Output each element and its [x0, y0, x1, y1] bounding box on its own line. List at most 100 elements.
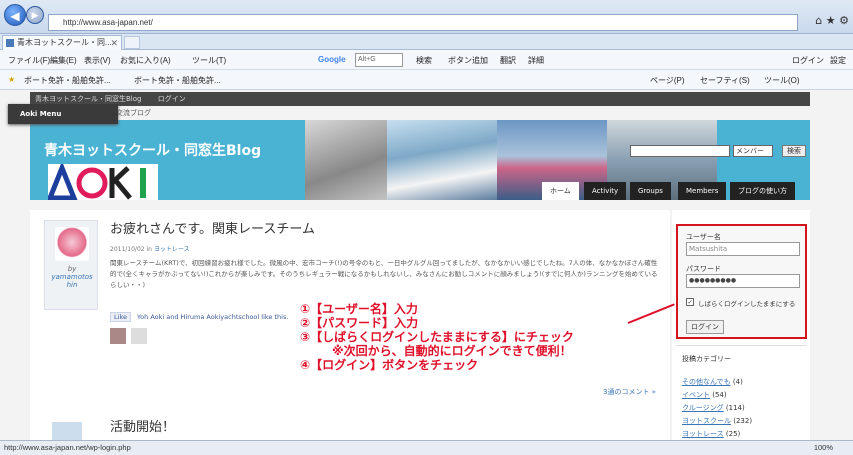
- menu-tools[interactable]: ツール(T): [192, 55, 226, 66]
- aoki-logo-icon: [46, 161, 146, 200]
- author-avatar-2: [52, 422, 82, 440]
- like-text: Yoh Aoki and Hiruma Aokiyachtschool like…: [137, 313, 289, 321]
- google-logo: Google: [318, 55, 346, 64]
- tab-bar: 青木ヨットスクール・同... ✕: [0, 34, 853, 50]
- category-title: 投稿カテゴリー: [682, 355, 731, 363]
- home-star-gear-icons[interactable]: ⌂ ★ ⚙: [815, 14, 849, 27]
- nav-activity[interactable]: Activity: [584, 182, 627, 200]
- instruction-step-3: ③【しばらくログインしたままにする】にチェック: [300, 330, 574, 344]
- post-excerpt: 関東レースチーム(KRT)で、初回練習お疲れ様でした。微風の中、宏市コーチ(!)…: [110, 259, 658, 289]
- header-photo-2: [387, 120, 497, 200]
- tab-close-icon[interactable]: ✕: [110, 36, 118, 50]
- next-post-title[interactable]: 活動開始！: [110, 416, 175, 435]
- category-link[interactable]: その他なんでも: [682, 378, 731, 386]
- toolbar-translate[interactable]: 翻訳: [500, 55, 516, 66]
- category-item: ヨットスクール (232): [682, 415, 752, 428]
- comments-link[interactable]: 3通のコメント »: [603, 387, 656, 397]
- google-search-input[interactable]: Alt+G: [355, 53, 403, 67]
- search-scope-select[interactable]: メンバー: [733, 145, 773, 157]
- menu-view[interactable]: 表示(V): [84, 55, 111, 66]
- post-category-link[interactable]: ヨットレース: [154, 246, 190, 253]
- category-item: イベント (54): [682, 389, 752, 402]
- remember-label: しばらくログインしたままにする: [698, 300, 796, 308]
- username-input[interactable]: Matsushita: [686, 242, 800, 256]
- instruction-annotations: ①【ユーザー名】入力 ②【パスワード】入力 ③【しばらくログインしたままにする】…: [300, 302, 574, 372]
- liker-avatar[interactable]: [110, 328, 126, 344]
- instruction-step-2: ②【パスワード】入力: [300, 316, 419, 330]
- category-link[interactable]: ヨットスクール: [682, 417, 731, 425]
- author-byline: by yamamotos hin: [45, 265, 99, 289]
- nav-members[interactable]: Members: [678, 182, 727, 200]
- login-button[interactable]: ログイン: [686, 320, 724, 334]
- command-safety[interactable]: セーフティ(S): [700, 75, 750, 86]
- author-box: by yamamotos hin: [44, 220, 98, 310]
- author-avatar[interactable]: [55, 227, 89, 261]
- category-count: (114): [725, 404, 745, 412]
- header-photo-1: [305, 120, 387, 200]
- category-item: その他なんでも (4): [682, 376, 752, 389]
- wp-admin-bar: 青木ヨットスクール・同窓生Blog ログイン: [30, 92, 810, 106]
- toolbar-add-button[interactable]: ボタン追加: [448, 55, 488, 66]
- nav-howto[interactable]: ブログの使い方: [730, 182, 795, 200]
- url-input[interactable]: http://www.asa-japan.net/: [48, 14, 798, 31]
- liker-avatar[interactable]: [130, 328, 147, 344]
- toolbar-login[interactable]: ログイン: [792, 55, 824, 66]
- facebook-like-button[interactable]: Like: [110, 312, 131, 322]
- post-meta: 2011/10/02 in ヨットレース: [110, 244, 190, 253]
- admin-site-link[interactable]: 青木ヨットスクール・同窓生Blog: [35, 95, 141, 103]
- site-search-button[interactable]: 検索: [782, 145, 806, 157]
- category-widget: 投稿カテゴリー その他なんでも (4) イベント (54) クルージング (11…: [676, 345, 807, 440]
- back-arrow-icon[interactable]: ◀: [4, 4, 26, 26]
- aoki-menu-tab[interactable]: Aoki Menu: [8, 104, 118, 124]
- site-search-input[interactable]: [630, 145, 730, 157]
- category-count: (232): [733, 417, 753, 425]
- zoom-level[interactable]: 100%: [814, 441, 833, 455]
- category-link[interactable]: イベント: [682, 391, 710, 399]
- menu-file[interactable]: ファイル(F): [8, 55, 50, 66]
- tab-current[interactable]: 青木ヨットスクール・同... ✕: [2, 35, 122, 50]
- tab-title: 青木ヨットスクール・同...: [17, 38, 112, 47]
- category-item: クルージング (114): [682, 402, 752, 415]
- menu-favorites[interactable]: お気に入り(A): [120, 55, 171, 66]
- menu-bar: ファイル(F) 編集(E) 表示(V) お気に入り(A) ツール(T) Goog…: [0, 50, 853, 70]
- forward-arrow-icon[interactable]: ▶: [26, 6, 44, 24]
- username-label: ユーザー名: [686, 233, 721, 241]
- category-count: (54): [712, 391, 727, 399]
- liker-avatars: [110, 328, 149, 346]
- toolbar-settings[interactable]: 設定: [830, 55, 846, 66]
- password-input[interactable]: ●●●●●●●●●: [686, 274, 800, 288]
- admin-login-link[interactable]: ログイン: [158, 95, 186, 103]
- favorites-star-icon[interactable]: ★: [8, 75, 15, 84]
- nav-groups[interactable]: Groups: [630, 182, 671, 200]
- instruction-step-4: ④【ログイン】ボタンをチェック: [300, 358, 479, 372]
- favorites-bar: ★ ボート免許・船舶免許... ボート免許・船舶免許... ページ(P) セーフ…: [0, 70, 853, 90]
- password-label: パスワード: [686, 265, 721, 273]
- category-link[interactable]: クルージング: [682, 404, 724, 412]
- by-label: by: [67, 265, 77, 273]
- aoki-logo: [46, 161, 158, 200]
- status-url: http://www.asa-japan.net/wp-login.php: [4, 443, 131, 452]
- instruction-note: ※次回から、自動的にログインできて便利！: [332, 344, 572, 358]
- command-tools[interactable]: ツール(O): [764, 75, 800, 86]
- site-header: 青木ヨットスクール・同窓生Blog メンバー 検索 ホーム Activity G…: [30, 120, 810, 200]
- remember-checkbox[interactable]: ✓: [686, 298, 694, 306]
- author-name-link[interactable]: yamamotos hin: [45, 273, 99, 289]
- category-count: (25): [725, 430, 741, 438]
- category-count: (4): [732, 378, 743, 386]
- menu-edit[interactable]: 編集(E): [50, 55, 77, 66]
- facebook-like-row: Like Yoh Aoki and Hiruma Aokiyachtschool…: [110, 312, 288, 322]
- command-page[interactable]: ページ(P): [650, 75, 685, 86]
- nav-home[interactable]: ホーム: [542, 182, 579, 200]
- browser-address-bar: ◀ ▶ http://www.asa-japan.net/ ⌂ ★ ⚙: [0, 0, 853, 34]
- toolbar-search[interactable]: 検索: [416, 55, 432, 66]
- post-in: in: [146, 246, 152, 253]
- toolbar-detail[interactable]: 詳細: [528, 55, 544, 66]
- category-list: その他なんでも (4) イベント (54) クルージング (114) ヨットスク…: [682, 376, 752, 441]
- post-title[interactable]: お疲れさんです。関東レースチーム: [110, 218, 315, 237]
- category-link[interactable]: ヨットレース: [682, 430, 724, 438]
- new-tab-button[interactable]: [124, 36, 140, 49]
- site-favicon-icon: [6, 39, 14, 47]
- blog-title[interactable]: 青木ヨットスクール・同窓生Blog: [44, 140, 261, 160]
- favorite-link-2[interactable]: ボート免許・船舶免許...: [134, 75, 221, 86]
- favorite-link-1[interactable]: ボート免許・船舶免許...: [24, 75, 111, 86]
